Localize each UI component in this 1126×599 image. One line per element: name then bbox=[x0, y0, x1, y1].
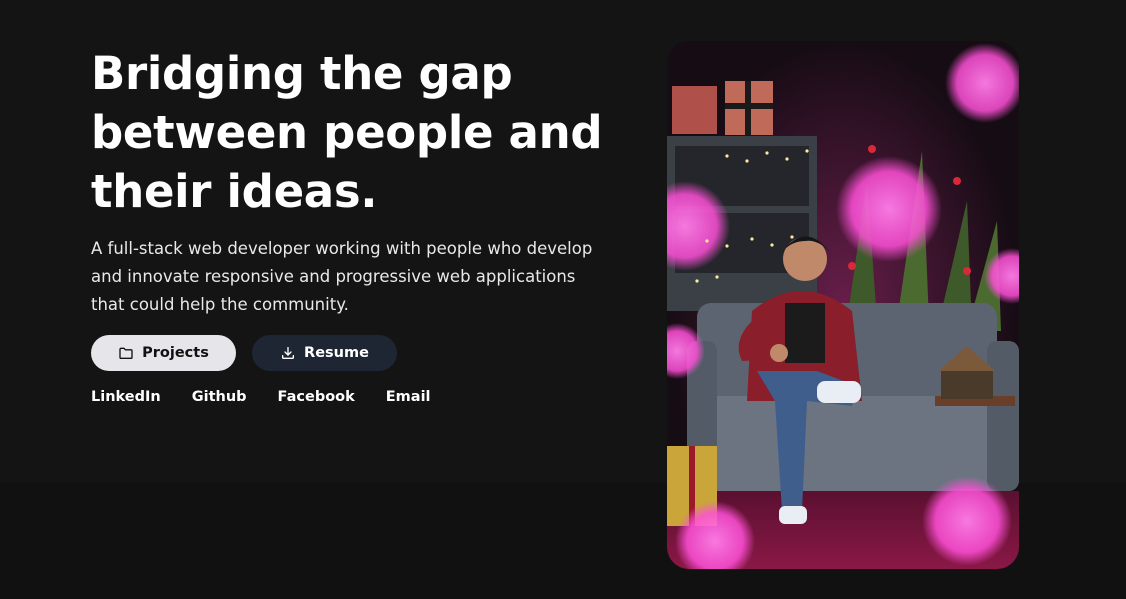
linkedin-link[interactable]: LinkedIn bbox=[91, 389, 161, 405]
portrait-photo bbox=[667, 41, 1019, 569]
resume-button[interactable]: Resume bbox=[252, 335, 397, 371]
resume-button-label: Resume bbox=[304, 345, 369, 361]
headline-line-2: between people and bbox=[91, 106, 603, 159]
headline-line-3: their ideas. bbox=[91, 165, 378, 218]
download-icon bbox=[280, 345, 296, 361]
github-link[interactable]: Github bbox=[192, 389, 247, 405]
projects-button[interactable]: Projects bbox=[91, 335, 236, 371]
hero-headline: Bridging the gap between people and thei… bbox=[91, 44, 611, 221]
hero-description: A full-stack web developer working with … bbox=[91, 239, 593, 314]
hero-section: Bridging the gap between people and thei… bbox=[91, 44, 611, 319]
facebook-link[interactable]: Facebook bbox=[278, 389, 355, 405]
page: Bridging the gap between people and thei… bbox=[0, 0, 1126, 599]
social-links: LinkedIn Github Facebook Email bbox=[91, 389, 431, 405]
projects-button-label: Projects bbox=[142, 345, 209, 361]
email-link[interactable]: Email bbox=[386, 389, 431, 405]
hero-actions: Projects Resume bbox=[91, 335, 397, 371]
headline-line-1: Bridging the gap bbox=[91, 47, 513, 100]
folder-icon bbox=[118, 345, 134, 361]
